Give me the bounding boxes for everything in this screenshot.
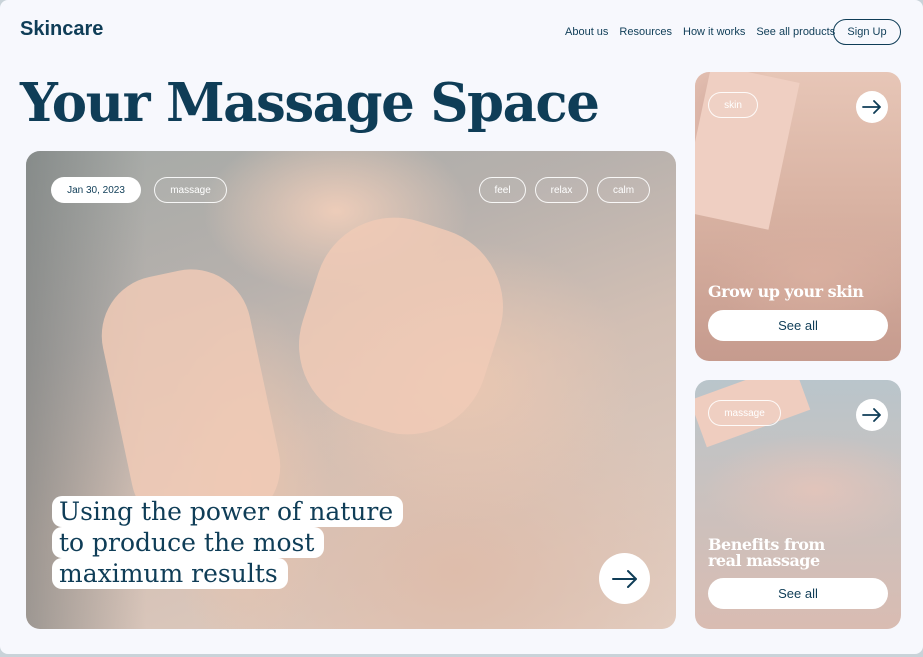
hero-caption-line: maximum results [52,558,288,589]
hero-date-chip: Jan 30, 2023 [51,177,141,203]
hero-tag-feel[interactable]: feel [479,177,526,203]
massage-card-arrow-button[interactable] [856,399,888,431]
hero-category-chip[interactable]: massage [154,177,227,203]
skin-card-tag[interactable]: skin [708,92,758,118]
hero-tag-relax[interactable]: relax [535,177,588,203]
hero-caption-line: Using the power of nature [52,496,404,527]
nav-see-all-products[interactable]: See all products [756,26,835,38]
hero-image-card[interactable]: Jan 30, 2023 massage feel relax calm Usi… [26,151,676,629]
arrow-right-icon [862,100,881,114]
massage-card[interactable]: massage Benefits from real massage See a… [695,380,901,629]
hero-photo-hand-right [278,196,524,456]
skin-card[interactable]: skin Grow up your skin See all [695,72,901,361]
massage-card-see-all-button[interactable]: See all [708,578,888,609]
nav-how-it-works[interactable]: How it works [683,26,745,38]
hero-arrow-button[interactable] [599,553,650,604]
nav-resources[interactable]: Resources [619,26,672,38]
sign-up-button[interactable]: Sign Up [833,19,901,45]
page: Skincare About us Resources How it works… [0,0,923,654]
hero-caption-line: to produce the most [52,527,325,558]
skin-card-title: Grow up your skin [708,282,864,301]
logo[interactable]: Skincare [20,18,103,41]
hero-tag-calm[interactable]: calm [597,177,650,203]
skin-card-see-all-button[interactable]: See all [708,310,888,341]
top-nav: About us Resources How it works See all … [565,26,835,38]
skin-card-arrow-button[interactable] [856,91,888,123]
arrow-right-icon [611,569,637,588]
massage-card-title-line-2: real massage [708,551,820,570]
page-title: Your Massage Space [20,72,600,134]
massage-card-tag[interactable]: massage [708,400,781,426]
nav-about-us[interactable]: About us [565,26,608,38]
arrow-right-icon [862,408,881,422]
hero-caption: Using the power of nature to produce the… [52,496,404,589]
